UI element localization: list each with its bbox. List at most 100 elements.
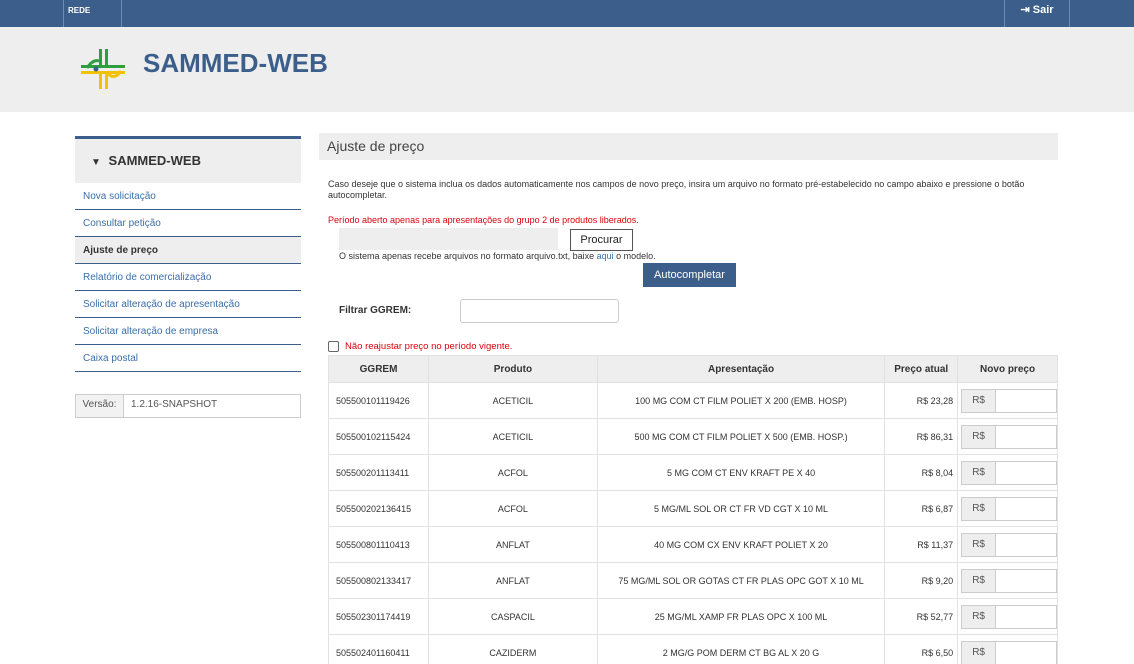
new-price-input[interactable] [996, 568, 1057, 593]
new-price-input[interactable] [996, 532, 1057, 557]
new-price-group: R$ [961, 532, 1057, 557]
new-price-group: R$ [961, 568, 1057, 593]
table-header-row: GGREM Produto Apresentação Preço atual N… [327, 355, 1058, 383]
new-price-input[interactable] [996, 496, 1057, 521]
cell-produto: CAZIDERM [428, 634, 598, 664]
version-box: Versão: 1.2.16-SNAPSHOT [75, 394, 301, 418]
cell-ggrem: 505502401160411 [327, 634, 430, 664]
cell-apresentacao: 5 MG/ML SOL OR CT FR VD CGT X 10 ML [596, 490, 886, 527]
cell-novo-preco: R$ [957, 598, 1058, 635]
col-preco-atual: Preço atual [884, 355, 959, 383]
cell-produto: ACETICIL [428, 382, 598, 419]
version-value: 1.2.16-SNAPSHOT [131, 399, 218, 410]
currency-prefix: R$ [961, 424, 997, 449]
new-price-input[interactable] [996, 460, 1057, 485]
currency-prefix: R$ [961, 640, 997, 664]
table-row: 505500201113411 ACFOL 5 MG COM CT ENV KRAF… [327, 454, 1058, 491]
cell-preco-atual: R$ 23,28 [884, 382, 959, 419]
network-label: REDE INTERNA [63, 0, 122, 37]
cell-novo-preco: R$ [957, 634, 1058, 664]
new-price-input[interactable] [996, 424, 1057, 449]
file-hint: O sistema apenas recebe arquivos no form… [339, 251, 656, 261]
new-price-group: R$ [961, 496, 1057, 521]
warning-text: Período aberto apenas para apresentações… [328, 215, 639, 225]
no-adjust-option[interactable]: Não reajustar preço no período vigente. [328, 341, 512, 352]
cell-apresentacao: 5 MG COM CT ENV KRAFT PE X 40 [596, 454, 886, 491]
sidebar: ▼ SAMMED-WEB Nova solicitação Consultar … [75, 136, 301, 418]
sidebar-item-consultar-peticao[interactable]: Consultar petição [75, 210, 301, 237]
cell-ggrem: 505500102115424 [327, 418, 430, 455]
cell-produto: CASPACIL [428, 598, 598, 635]
browse-button[interactable]: Procurar [570, 229, 633, 251]
new-price-input[interactable] [996, 388, 1057, 413]
logout-icon: ⇥ [1020, 4, 1030, 16]
col-produto: Produto [428, 355, 598, 383]
cell-apresentacao: 25 MG/ML XAMP FR PLAS OPC X 100 ML [596, 598, 886, 635]
cell-preco-atual: R$ 6,87 [884, 490, 959, 527]
sidebar-item-relatorio-comercializacao[interactable]: Relatório de comercialização [75, 264, 301, 291]
currency-prefix: R$ [961, 604, 997, 629]
new-price-group: R$ [961, 640, 1057, 664]
cell-novo-preco: R$ [957, 490, 1058, 527]
col-ggrem: GGREM [327, 355, 430, 383]
cell-ggrem: 505500201113411 [327, 454, 430, 491]
sammed-logo-icon [81, 49, 125, 89]
cell-produto: ACFOL [428, 454, 598, 491]
sidebar-item-alteracao-apresentacao[interactable]: Solicitar alteração de apresentação [75, 291, 301, 318]
sidebar-item-alteracao-empresa[interactable]: Solicitar alteração de empresa [75, 318, 301, 345]
col-novo-preco: Novo preço [957, 355, 1058, 383]
cell-preco-atual: R$ 52,77 [884, 598, 959, 635]
logout-button[interactable]: ⇥ Sair [1004, 0, 1070, 27]
cell-preco-atual: R$ 8,04 [884, 454, 959, 491]
version-label: Versão: [76, 395, 124, 417]
cell-novo-preco: R$ [957, 418, 1058, 455]
cell-produto: ACETICIL [428, 418, 598, 455]
cell-produto: ACFOL [428, 490, 598, 527]
logout-label: Sair [1032, 4, 1054, 16]
cell-produto: ANFLAT [428, 562, 598, 599]
new-price-input[interactable] [996, 604, 1057, 629]
cell-novo-preco: R$ [957, 382, 1058, 419]
hint-text-after: o modelo. [613, 251, 656, 261]
top-navbar: REDE INTERNA ⇥ Sair [0, 0, 1134, 37]
filter-ggrem-input[interactable] [460, 299, 619, 323]
new-price-group: R$ [961, 604, 1057, 629]
cell-apresentacao: 40 MG COM CX ENV KRAFT POLIET X 20 [596, 526, 886, 563]
currency-prefix: R$ [961, 532, 997, 557]
new-price-group: R$ [961, 388, 1057, 413]
table-row: 505500102115424 ACETICIL 500 MG COM CT FIL… [327, 418, 1058, 455]
file-path-field[interactable] [339, 228, 558, 250]
page-title: Ajuste de preço [319, 133, 1058, 160]
cell-novo-preco: R$ [957, 562, 1058, 599]
no-adjust-checkbox[interactable] [328, 341, 339, 352]
sidebar-header[interactable]: ▼ SAMMED-WEB [75, 136, 301, 183]
cell-apresentacao: 100 MG COM CT FILM POLIET X 200 (EMB. HO… [596, 382, 886, 419]
cell-preco-atual: R$ 6,50 [884, 634, 959, 664]
app-title: SAMMED-WEB [143, 48, 328, 78]
sidebar-title: SAMMED-WEB [108, 153, 201, 168]
cell-ggrem: 505500202136415 [327, 490, 430, 527]
download-template-link[interactable]: aqui [597, 251, 614, 261]
table-viewport: GGREM Produto Apresentação Preço atual N… [319, 355, 1058, 664]
filter-ggrem-label: Filtrar GGREM: [339, 305, 412, 316]
autocomplete-button[interactable]: Autocompletar [643, 263, 736, 287]
sidebar-item-ajuste-de-preco[interactable]: Ajuste de preço [75, 237, 301, 264]
cell-ggrem: 505500802133417 [327, 562, 430, 599]
cell-apresentacao: 2 MG/G POM DERM CT BG AL X 20 G [596, 634, 886, 664]
table-row: 505500101119426 ACETICIL 100 MG COM CT FIL… [327, 382, 1058, 419]
currency-prefix: R$ [961, 460, 997, 485]
cell-ggrem: 505502301174419 [327, 598, 430, 635]
new-price-group: R$ [961, 424, 1057, 449]
new-price-input[interactable] [996, 640, 1057, 664]
cell-produto: ANFLAT [428, 526, 598, 563]
app-header: SAMMED-WEB [0, 27, 1134, 112]
cell-preco-atual: R$ 86,31 [884, 418, 959, 455]
sidebar-item-nova-solicitacao[interactable]: Nova solicitação [75, 183, 301, 210]
currency-prefix: R$ [961, 568, 997, 593]
currency-prefix: R$ [961, 496, 997, 521]
sidebar-item-caixa-postal[interactable]: Caixa postal [75, 345, 301, 372]
price-table: GGREM Produto Apresentação Preço atual N… [327, 355, 1058, 664]
no-adjust-label: Não reajustar preço no período vigente. [345, 341, 513, 352]
cell-apresentacao: 75 MG/ML SOL OR GOTAS CT FR PLAS OPC GOT… [596, 562, 886, 599]
cell-novo-preco: R$ [957, 526, 1058, 563]
